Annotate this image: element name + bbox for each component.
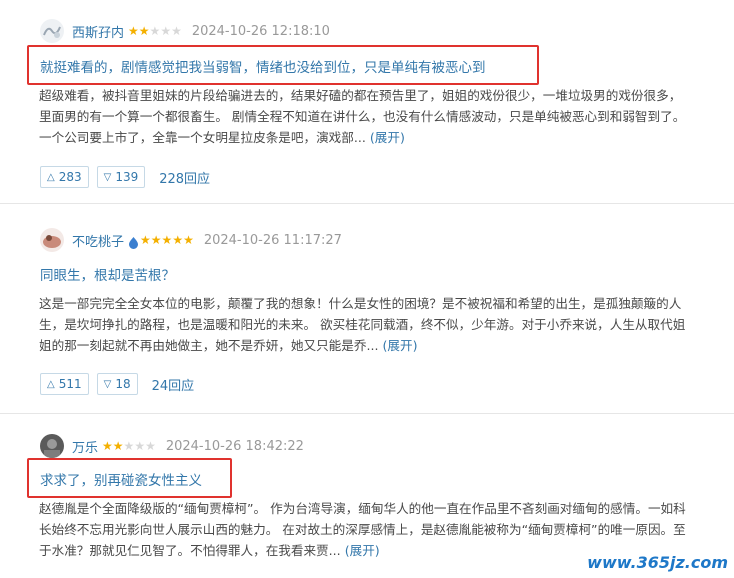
upvote-count: 511 [58,377,82,391]
username[interactable]: 西斯孖内 [72,22,124,41]
triangle-down-icon: ▽ [103,171,112,183]
review-title[interactable]: 求求了，别再碰瓷女性主义 [40,469,202,489]
triangle-up-icon: △ [47,171,55,183]
review-time: 2024-10-26 11:17:27 [203,232,342,248]
star-filled-icon: ★ [112,439,124,453]
triangle-down-icon: ▽ [103,378,112,390]
upvote-button[interactable]: △ 283 [40,166,89,188]
review-title[interactable]: 就挺难看的，剧情感觉把我当弱智，情绪也没给到位，只是单纯有被恶心到 [40,56,486,76]
rating-stars: ★ ★ ★ ★ ★ [140,234,194,246]
review-actions: △ 283 ▽ 139 228回应 [40,166,210,188]
star-empty-icon: ★ [145,439,156,453]
review-body: 赵德胤是个全面降级版的“缅甸贾樟柯”。 作为台湾导演，缅甸华人的他一直在作品里不… [39,498,711,561]
review-body: 超级难看，被抖音里姐妹的片段给骗进去的，结果好磕的都在预告里了，姐姐的戏份很少，… [39,85,711,148]
vip-badge-icon [128,234,139,249]
review-body-line: 这是一部完完全全女本位的电影，颠覆了我的想象！什么是女性的困境？是不被祝福和希望… [39,296,682,311]
star-empty-icon: ★ [149,24,161,38]
star-filled-icon: ★ [128,24,139,38]
avatar[interactable] [40,228,64,252]
review-body-line: 里面男的有一个算一个都很畜生。 剧情全程不知道在讲什么，也没有什么情感波动，只是… [39,109,686,124]
star-filled-icon: ★ [161,233,173,247]
star-empty-icon: ★ [171,24,182,38]
downvote-count: 18 [115,377,131,391]
username[interactable]: 万乐 [72,437,98,456]
star-empty-icon: ★ [134,439,146,453]
review-time: 2024-10-26 12:18:10 [191,23,330,39]
expand-link[interactable]: (展开) [370,130,405,145]
review-body-line: 一个公司要上市了，全靠一个女明星拉皮条是吧，演戏部... (展开) [39,127,711,148]
upvote-count: 283 [58,170,82,184]
review-body-text: 姐的那一刻起就不再由她做主，她不是乔妍，她又只能是乔... [39,338,379,353]
star-filled-icon: ★ [140,233,151,247]
divider [0,413,734,414]
review-2-header: 不吃桃子 ★ ★ ★ ★ ★ 2024-10-26 11:17:27 [40,228,342,252]
review-actions: △ 511 ▽ 18 24回应 [40,373,194,395]
expand-link[interactable]: (展开) [345,543,380,558]
star-empty-icon: ★ [123,439,135,453]
review-1-header: 西斯孖内 ★ ★ ★ ★ ★ 2024-10-26 12:18:10 [40,19,330,43]
review-3-header: 万乐 ★ ★ ★ ★ ★ 2024-10-26 18:42:22 [40,434,304,458]
review-body-line: 赵德胤是个全面降级版的“缅甸贾樟柯”。 作为台湾导演，缅甸华人的他一直在作品里不… [39,501,686,516]
star-filled-icon: ★ [172,233,184,247]
review-body-line: 姐的那一刻起就不再由她做主，她不是乔妍，她又只能是乔... (展开) [39,335,711,356]
star-filled-icon: ★ [183,233,194,247]
review-body-line: 生，是坎坷挣扎的路程，也是温暖和阳光的未来。 欲买桂花同载酒，终不似，少年游。对… [39,317,686,332]
review-body-text: 一个公司要上市了，全靠一个女明星拉皮条是吧，演戏部... [39,130,366,145]
review-title[interactable]: 同眼生，根却是苦根？ [40,264,175,284]
triangle-up-icon: △ [47,378,55,390]
review-body-line: 长始终不忘用光影向世人展示山西的魅力。 在对故土的深厚感情上，是赵德胤能被称为“… [39,522,686,537]
star-filled-icon: ★ [150,233,162,247]
expand-link[interactable]: (展开) [382,338,417,353]
star-filled-icon: ★ [138,24,150,38]
upvote-button[interactable]: △ 511 [40,373,89,395]
downvote-button[interactable]: ▽ 18 [96,373,138,395]
downvote-count: 139 [115,170,139,184]
avatar[interactable] [40,434,64,458]
star-filled-icon: ★ [102,439,113,453]
avatar[interactable] [40,19,64,43]
review-body-line: 超级难看，被抖音里姐妹的片段给骗进去的，结果好磕的都在预告里了，姐姐的戏份很少，… [39,88,682,103]
replies-link[interactable]: 24回应 [152,375,195,394]
watermark: www.365jz.com [587,553,728,572]
review-time: 2024-10-26 18:42:22 [165,438,304,454]
downvote-button[interactable]: ▽ 139 [96,166,146,188]
rating-stars: ★ ★ ★ ★ ★ [102,440,156,452]
replies-link[interactable]: 228回应 [159,168,210,187]
divider [0,203,734,204]
star-empty-icon: ★ [160,24,172,38]
username[interactable]: 不吃桃子 [72,231,124,250]
review-body-text: 于水准？那就见仁见智了。不怕得罪人，在我看来贾... [39,543,341,558]
review-body: 这是一部完完全全女本位的电影，颠覆了我的想象！什么是女性的困境？是不被祝福和希望… [39,293,711,356]
rating-stars: ★ ★ ★ ★ ★ [128,25,182,37]
